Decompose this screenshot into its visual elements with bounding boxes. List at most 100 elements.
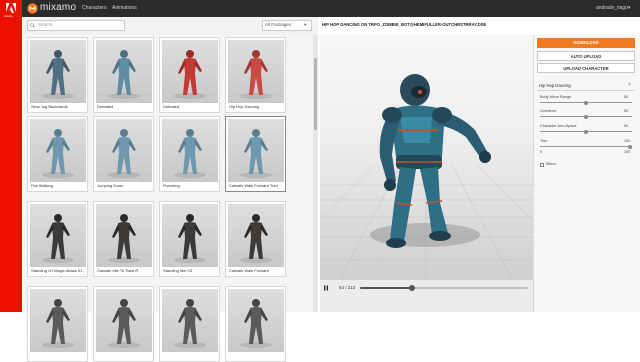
slider-label: Body Move Range xyxy=(540,95,572,99)
slider-value[interactable]: 50 xyxy=(624,95,628,100)
upload-character-button[interactable]: UPLOAD CHARACTER xyxy=(537,63,635,73)
animation-thumbnail xyxy=(228,40,284,103)
character-figure xyxy=(108,214,140,263)
animation-card[interactable]: Standing Idle 03 xyxy=(159,201,220,277)
slider-value[interactable]: 50 xyxy=(624,109,628,114)
animation-card[interactable]: Defeated xyxy=(159,37,220,113)
package-filter-value: All Packages xyxy=(265,22,292,27)
animation-card-label: Punching xyxy=(163,183,180,188)
animation-card[interactable]: Jumping Down xyxy=(93,116,154,192)
settings-panel xyxy=(533,35,640,312)
mirror-label: Mirror xyxy=(546,162,556,166)
slider-max-label: 100 xyxy=(624,150,631,154)
app-name[interactable]: mixamo xyxy=(40,2,76,14)
slider-value[interactable]: 100 xyxy=(624,139,630,144)
animation-card-label: Catwalk Walk Forward Turn xyxy=(229,183,278,188)
animation-card[interactable]: Punching xyxy=(159,116,220,192)
character-figure xyxy=(174,50,206,99)
animation-thumbnail xyxy=(30,119,86,182)
animation-card-label: Catwalk Idle To Twist R xyxy=(97,268,139,273)
animation-title: HIP HOP DANCING ON TRPO_ZOMBIE_BOT@HEMIF… xyxy=(322,22,487,27)
slider-handle[interactable] xyxy=(584,100,588,105)
slider-min-label: 0 xyxy=(540,150,543,154)
animation-thumbnail xyxy=(96,289,152,352)
animation-thumbnail xyxy=(162,289,218,352)
animation-card[interactable]: Standing 1H Magic Attack 01 xyxy=(27,201,88,277)
animation-card-label: Catwalk Walk Forward xyxy=(229,268,269,273)
nav-animations[interactable]: Animations xyxy=(112,5,137,12)
adobe-logo-icon[interactable] xyxy=(6,3,16,13)
grid-scrollbar-thumb[interactable] xyxy=(314,58,317,130)
animation-thumbnail xyxy=(162,204,218,267)
character-figure xyxy=(42,299,74,348)
character-figure xyxy=(108,299,140,348)
character-figure xyxy=(240,50,272,99)
animation-card[interactable] xyxy=(93,286,154,362)
chevron-down-icon: ▾ xyxy=(304,22,307,27)
slider-handle[interactable] xyxy=(584,129,588,134)
animation-thumbnail xyxy=(228,289,284,352)
search-placeholder: Search xyxy=(38,22,53,27)
mixamo-logo-icon[interactable] xyxy=(27,3,38,14)
character-figure xyxy=(240,129,272,178)
slider-label: Character Arm-Space xyxy=(540,124,577,128)
pause-icon[interactable] xyxy=(323,285,329,291)
animation-card[interactable]: Defeated xyxy=(93,37,154,113)
slider-handle[interactable] xyxy=(584,114,588,119)
slider-value[interactable]: 50 xyxy=(624,124,628,129)
animation-card[interactable]: Catwalk Walk Forward Turn xyxy=(225,116,286,192)
character-figure xyxy=(108,129,140,178)
animation-card[interactable]: Catwalk Walk Forward xyxy=(225,201,286,277)
slider-track[interactable] xyxy=(540,146,632,147)
adobe-wordmark: Adobe xyxy=(4,14,13,18)
animation-thumbnail xyxy=(96,204,152,267)
auto-upload-button[interactable]: AUTO UPLOAD xyxy=(537,51,635,61)
slider-label: Overdrive xyxy=(540,109,557,113)
animation-card[interactable] xyxy=(27,286,88,362)
viewport-scene xyxy=(320,74,533,279)
slider-handle[interactable] xyxy=(628,144,632,149)
animation-thumbnail xyxy=(96,119,152,182)
user-menu[interactable]: andrade_tiago xyxy=(596,5,628,12)
animation-card-label: Jumping Down xyxy=(97,183,124,188)
animation-thumbnail xyxy=(30,204,86,267)
3d-viewport[interactable] xyxy=(320,35,533,279)
animation-card[interactable] xyxy=(159,286,220,362)
playback-bar xyxy=(320,279,533,312)
character-figure xyxy=(174,299,206,348)
mirror-checkbox[interactable] xyxy=(540,163,544,167)
animation-card-label: Standing Idle 03 xyxy=(163,268,192,273)
animation-card-label: Slow Jog Backwards xyxy=(31,104,68,109)
animation-card-label: Defeated xyxy=(163,104,180,109)
character-figure xyxy=(42,129,74,178)
animation-thumbnail xyxy=(30,40,86,103)
character-figure xyxy=(240,214,272,263)
animation-card[interactable]: Flat Walking xyxy=(27,116,88,192)
animation-card[interactable] xyxy=(225,286,286,362)
close-icon[interactable]: × xyxy=(628,82,631,89)
animation-thumbnail xyxy=(228,204,284,267)
robot-character xyxy=(379,74,491,248)
frame-counter: 64 / 212 xyxy=(339,285,356,290)
animation-card-label: Defeated xyxy=(97,104,114,109)
chevron-down-icon[interactable]: ▾ xyxy=(628,5,631,12)
animation-card-label: Hip Hop Dancing xyxy=(229,104,260,109)
character-figure xyxy=(108,50,140,99)
animation-card[interactable]: Slow Jog Backwards xyxy=(27,37,88,113)
character-figure xyxy=(42,50,74,99)
download-button[interactable]: DOWNLOAD xyxy=(537,38,635,48)
settings-title: Hip Hop Dancing xyxy=(539,83,571,88)
search-icon xyxy=(30,23,35,28)
slider-label: Trim xyxy=(540,139,548,143)
animation-card[interactable]: Hip Hop Dancing xyxy=(225,37,286,113)
nav-characters[interactable]: Characters xyxy=(82,5,106,12)
animation-thumbnail xyxy=(96,40,152,103)
animation-card-label: Standing 1H Magic Attack 01 xyxy=(31,268,83,273)
animation-thumbnail xyxy=(228,119,284,182)
animation-card[interactable]: Catwalk Idle To Twist R xyxy=(93,201,154,277)
animation-thumbnail xyxy=(30,289,86,352)
character-figure xyxy=(42,214,74,263)
adobe-sidebar xyxy=(0,0,22,312)
animation-card-label: Flat Walking xyxy=(31,183,53,188)
animation-thumbnail xyxy=(162,40,218,103)
